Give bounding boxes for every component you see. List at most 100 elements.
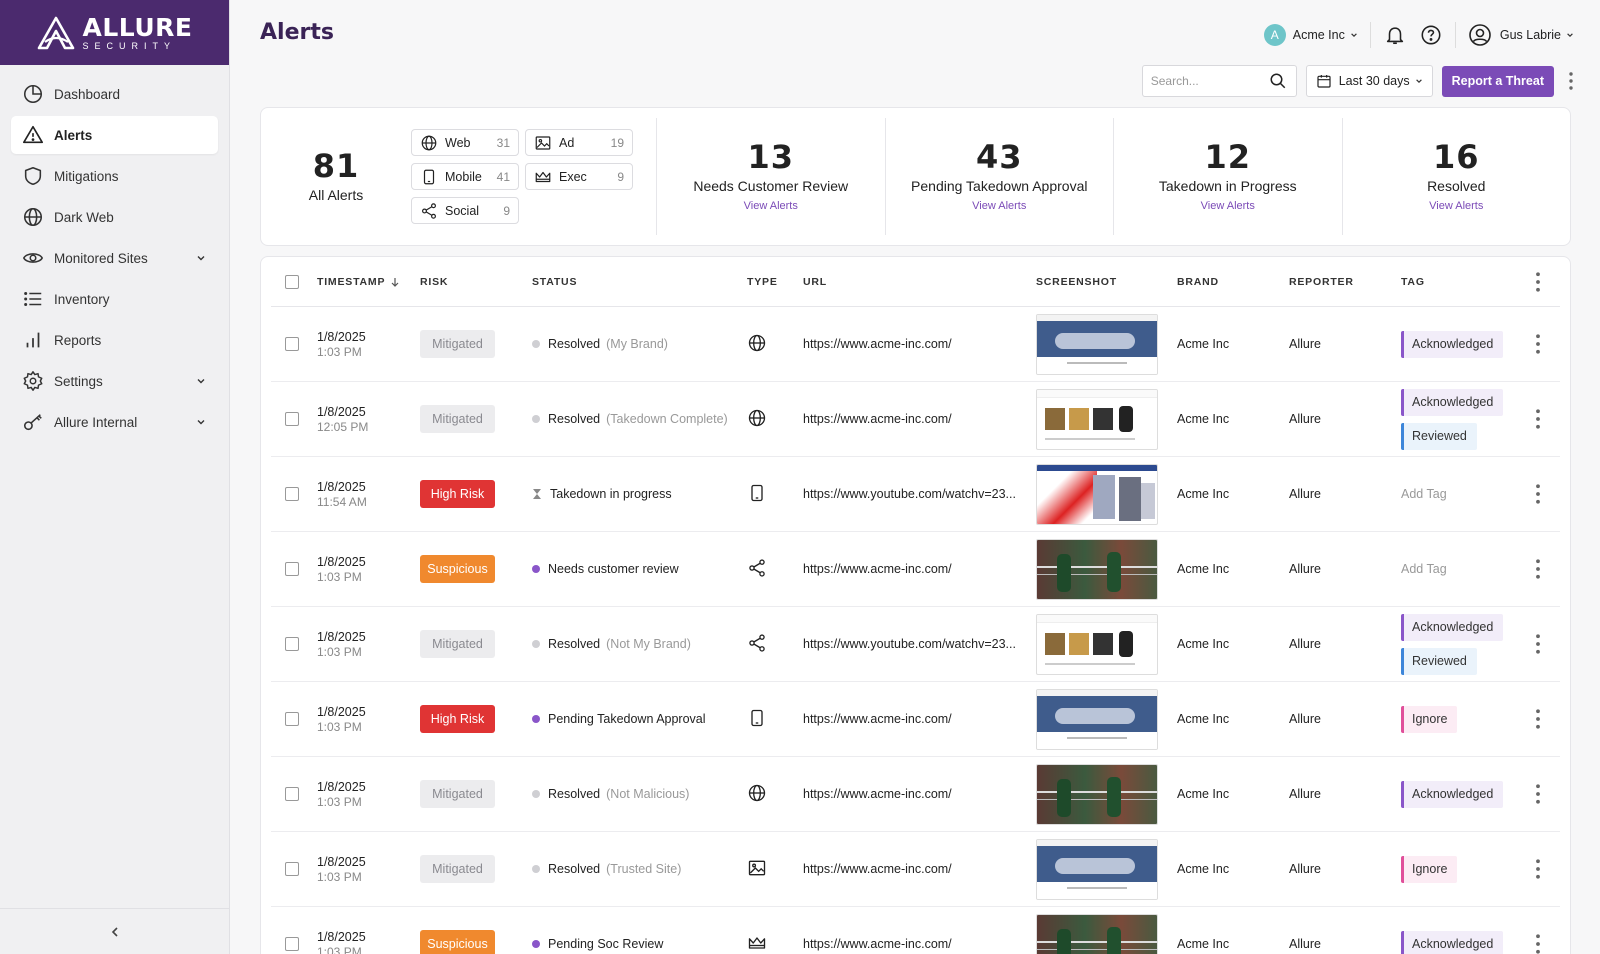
chip-mobile[interactable]: Mobile 41 xyxy=(411,163,519,190)
screenshot-thumbnail[interactable] xyxy=(1036,313,1158,375)
view-alerts-link[interactable]: View Alerts xyxy=(744,200,798,212)
row-checkbox[interactable] xyxy=(285,787,299,801)
table-row[interactable]: 1/8/2025 1:03 PM Mitigated Resolved (Trusted… xyxy=(271,832,1560,907)
add-tag-button[interactable]: Add Tag xyxy=(1401,487,1447,501)
screenshot-thumbnail[interactable] xyxy=(1036,613,1158,675)
alert-url[interactable]: https://www.acme-inc.com/ xyxy=(803,562,1018,576)
user-avatar-icon xyxy=(1469,24,1491,46)
alert-url[interactable]: https://www.acme-inc.com/ xyxy=(803,337,1018,351)
chevron-down-icon[interactable] xyxy=(196,376,206,386)
chip-web[interactable]: Web 31 xyxy=(411,129,519,156)
sidebar-item-monitored-sites[interactable]: Monitored Sites xyxy=(11,239,218,277)
tag-badge[interactable]: Acknowledged xyxy=(1401,330,1504,358)
row-checkbox[interactable] xyxy=(285,637,299,651)
more-options-icon[interactable] xyxy=(1562,69,1580,93)
sidebar-item-dark-web[interactable]: Dark Web xyxy=(11,198,218,236)
sidebar-item-mitigations[interactable]: Mitigations xyxy=(11,157,218,195)
screenshot-thumbnail[interactable] xyxy=(1036,763,1158,825)
help-icon[interactable] xyxy=(1419,23,1443,47)
chip-exec[interactable]: Exec 9 xyxy=(525,163,633,190)
user-menu[interactable]: Gus Labrie xyxy=(1468,23,1574,47)
row-checkbox[interactable] xyxy=(285,487,299,501)
tag-badge[interactable]: Ignore xyxy=(1401,705,1458,733)
row-options-icon[interactable] xyxy=(1530,934,1546,954)
screenshot-thumbnail[interactable] xyxy=(1036,388,1158,450)
tag-badge[interactable]: Reviewed xyxy=(1401,422,1477,450)
row-checkbox[interactable] xyxy=(285,937,299,951)
row-checkbox[interactable] xyxy=(285,412,299,426)
stat-all-alerts[interactable]: 81 All Alerts xyxy=(261,108,411,245)
date-range-picker[interactable]: Last 30 days xyxy=(1305,65,1433,97)
table-row[interactable]: 1/8/2025 1:03 PM Mitigated Resolved (Not Mal… xyxy=(271,757,1560,832)
alert-url[interactable]: https://www.acme-inc.com/ xyxy=(803,712,1018,726)
screenshot-thumbnail[interactable] xyxy=(1036,838,1158,900)
alert-url[interactable]: https://www.acme-inc.com/ xyxy=(803,412,1018,426)
tag-badge[interactable]: Acknowledged xyxy=(1401,780,1504,808)
screenshot-thumbnail[interactable] xyxy=(1036,913,1158,954)
row-options-icon[interactable] xyxy=(1530,559,1546,579)
column-header-reporter[interactable]: REPORTER xyxy=(1289,276,1401,288)
row-options-icon[interactable] xyxy=(1530,484,1546,504)
add-tag-button[interactable]: Add Tag xyxy=(1401,562,1447,576)
alert-url[interactable]: https://www.acme-inc.com/ xyxy=(803,937,1018,951)
tag-badge[interactable]: Ignore xyxy=(1401,855,1458,883)
row-checkbox[interactable] xyxy=(285,712,299,726)
alert-url[interactable]: https://www.youtube.com/watchv=23... xyxy=(803,637,1018,651)
table-row[interactable]: 1/8/2025 1:03 PM High Risk Pending Takedown… xyxy=(271,682,1560,757)
sidebar-item-reports[interactable]: Reports xyxy=(11,321,218,359)
alert-url[interactable]: https://www.youtube.com/watchv=23... xyxy=(803,487,1018,501)
column-header-timestamp[interactable]: TIMESTAMP xyxy=(317,276,420,288)
column-header-type[interactable]: TYPE xyxy=(747,276,803,288)
view-alerts-link[interactable]: View Alerts xyxy=(972,200,1026,212)
search-input[interactable] xyxy=(1150,74,1269,88)
column-header-tag[interactable]: TAG xyxy=(1401,276,1523,288)
report-threat-button[interactable]: Report a Threat xyxy=(1441,65,1554,97)
row-options-icon[interactable] xyxy=(1530,709,1546,729)
tag-badge[interactable]: Acknowledged xyxy=(1401,930,1504,954)
screenshot-thumbnail[interactable] xyxy=(1036,538,1158,600)
table-row[interactable]: 1/8/2025 1:03 PM Mitigated Resolved (My Bran… xyxy=(271,307,1560,382)
column-header-status[interactable]: STATUS xyxy=(532,276,747,288)
brand-logo[interactable]: ALLURE SECURITY xyxy=(0,0,229,65)
chevron-down-icon[interactable] xyxy=(196,253,206,263)
table-row[interactable]: 1/8/2025 1:03 PM Suspicious Pending Soc Rev… xyxy=(271,907,1560,954)
view-alerts-link[interactable]: View Alerts xyxy=(1429,200,1483,212)
row-options-icon[interactable] xyxy=(1530,859,1546,879)
row-options-icon[interactable] xyxy=(1530,409,1546,429)
tag-badge[interactable]: Reviewed xyxy=(1401,647,1477,675)
table-row[interactable]: 1/8/2025 11:54 AM High Risk Takedown in pro… xyxy=(271,457,1560,532)
chevron-down-icon[interactable] xyxy=(196,417,206,427)
sidebar-item-dashboard[interactable]: Dashboard xyxy=(11,75,218,113)
sidebar-item-alerts[interactable]: Alerts xyxy=(11,116,218,154)
row-options-icon[interactable] xyxy=(1530,784,1546,804)
table-row[interactable]: 1/8/2025 12:05 PM Mitigated Resolved (Takedo… xyxy=(271,382,1560,457)
column-header-risk[interactable]: RISK xyxy=(420,276,532,288)
column-header-url[interactable]: URL xyxy=(803,276,1036,288)
row-checkbox[interactable] xyxy=(285,562,299,576)
bell-icon[interactable] xyxy=(1383,23,1407,47)
chip-ad[interactable]: Ad 19 xyxy=(525,129,633,156)
select-all-checkbox[interactable] xyxy=(285,274,299,289)
screenshot-thumbnail[interactable] xyxy=(1036,688,1158,750)
search-icon[interactable] xyxy=(1269,72,1287,90)
row-options-icon[interactable] xyxy=(1530,334,1546,354)
table-row[interactable]: 1/8/2025 1:03 PM Mitigated Resolved (Not My … xyxy=(271,607,1560,682)
tag-badge[interactable]: Acknowledged xyxy=(1401,388,1504,416)
column-options-icon[interactable] xyxy=(1530,271,1546,292)
alert-url[interactable]: https://www.acme-inc.com/ xyxy=(803,787,1018,801)
row-checkbox[interactable] xyxy=(285,337,299,351)
sidebar-item-allure-internal[interactable]: Allure Internal xyxy=(11,403,218,441)
sidebar-item-inventory[interactable]: Inventory xyxy=(11,280,218,318)
screenshot-thumbnail[interactable] xyxy=(1036,463,1158,525)
alert-url[interactable]: https://www.acme-inc.com/ xyxy=(803,862,1018,876)
column-header-brand[interactable]: BRAND xyxy=(1177,276,1289,288)
sidebar-collapse-button[interactable] xyxy=(0,908,230,954)
org-switcher[interactable]: A Acme Inc xyxy=(1263,24,1358,46)
view-alerts-link[interactable]: View Alerts xyxy=(1201,200,1255,212)
row-options-icon[interactable] xyxy=(1530,634,1546,654)
table-row[interactable]: 1/8/2025 1:03 PM Suspicious Needs customer … xyxy=(271,532,1560,607)
sidebar-item-settings[interactable]: Settings xyxy=(11,362,218,400)
row-checkbox[interactable] xyxy=(285,862,299,876)
chip-social[interactable]: Social 9 xyxy=(411,197,519,224)
tag-badge[interactable]: Acknowledged xyxy=(1401,613,1504,641)
